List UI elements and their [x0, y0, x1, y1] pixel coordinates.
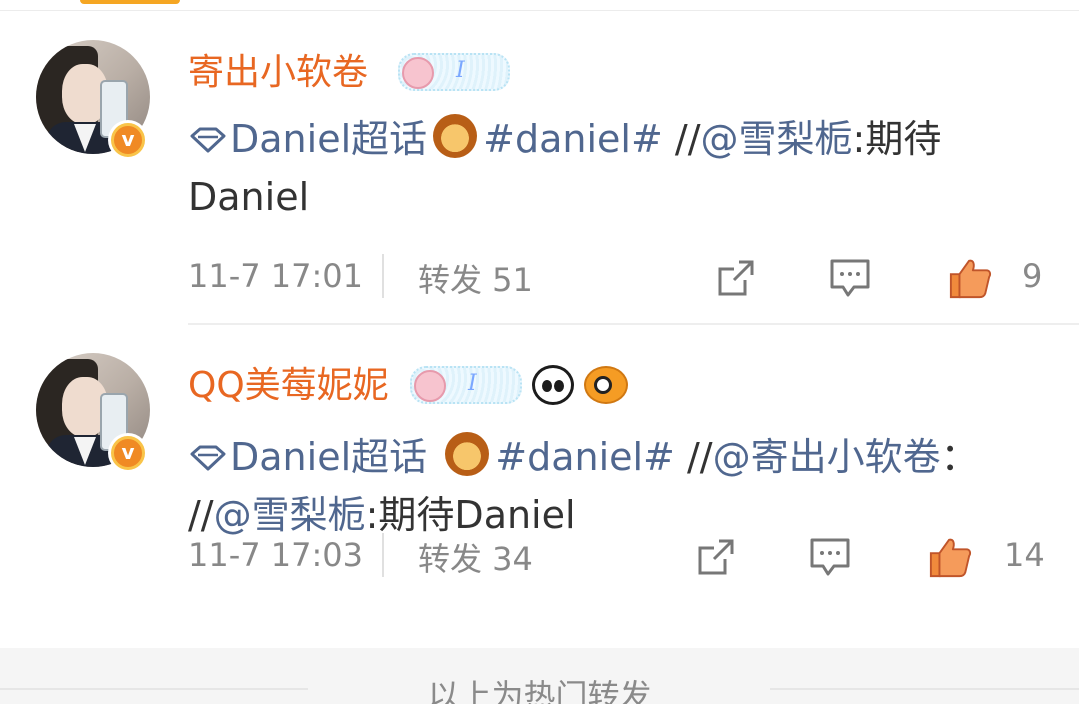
- mention-link[interactable]: @寄出小软卷: [713, 435, 941, 479]
- super-topic-link[interactable]: Daniel超话: [230, 435, 427, 479]
- meta-divider: [382, 533, 384, 577]
- like-icon[interactable]: [928, 535, 972, 579]
- share-icon[interactable]: [714, 256, 758, 300]
- user-badges: I: [410, 365, 628, 405]
- post-meta: 11-7 17:01 转发 51 9: [188, 254, 1058, 299]
- hashtag-link[interactable]: #daniel#: [483, 117, 663, 161]
- repost-separator: //: [662, 117, 701, 161]
- repost-count[interactable]: 转发 34: [418, 539, 533, 579]
- post-time: 11-7 17:01: [188, 257, 364, 295]
- super-topic-icon: [190, 127, 226, 153]
- top-accent-bar: [80, 0, 180, 4]
- lion-icon: [433, 114, 478, 158]
- repost-count[interactable]: 转发 51: [418, 260, 533, 300]
- repost-item: v QQ美莓妮妮 I Daniel超话 #daniel# //@寄出小软卷： /…: [0, 353, 1079, 645]
- hot-reposts-label: 以上为热门转发: [427, 677, 652, 704]
- post-time: 11-7 17:03: [188, 536, 364, 574]
- share-icon[interactable]: [694, 535, 738, 579]
- username[interactable]: QQ美莓妮妮: [188, 365, 389, 407]
- row-divider: [188, 323, 1079, 325]
- comment-icon[interactable]: [828, 256, 872, 300]
- super-topic-icon: [190, 445, 226, 471]
- super-topic-link[interactable]: Daniel超话: [230, 117, 427, 161]
- pufferfish-icon: [584, 366, 628, 404]
- fan-badge-icon[interactable]: I: [398, 53, 510, 91]
- content-text: :期待Daniel: [365, 493, 576, 537]
- repost-item: v 寄出小软卷 I Daniel超话 #daniel# //@雪梨栀:期待Dani…: [0, 40, 1079, 325]
- repost-separator: //: [674, 435, 713, 479]
- mention-link[interactable]: @雪梨栀: [701, 117, 853, 161]
- panda-icon: [532, 365, 574, 405]
- top-divider: [0, 10, 1079, 11]
- mention-link[interactable]: @雪梨栀: [214, 493, 366, 537]
- username[interactable]: 寄出小软卷: [188, 52, 368, 94]
- verified-v-icon: v: [108, 120, 148, 160]
- meta-divider: [382, 254, 384, 298]
- post-content: Daniel超话 #daniel# //@雪梨栀:期待Daniel: [188, 110, 1048, 226]
- comment-icon[interactable]: [808, 535, 852, 579]
- hashtag-link[interactable]: #daniel#: [495, 435, 675, 479]
- lion-icon: [445, 432, 490, 476]
- like-count: 14: [1004, 536, 1045, 574]
- verified-v-icon: v: [108, 433, 148, 473]
- fan-badge-icon[interactable]: I: [410, 366, 522, 404]
- post-content: Daniel超话 #daniel# //@寄出小软卷： //@雪梨栀:期待Dan…: [188, 428, 1048, 544]
- user-badges: I: [398, 52, 510, 92]
- hot-reposts-footer: 以上为热门转发: [0, 648, 1079, 704]
- like-count: 9: [1022, 257, 1043, 295]
- post-meta: 11-7 17:03 转发 34 14: [188, 533, 1058, 578]
- like-icon[interactable]: [948, 256, 992, 300]
